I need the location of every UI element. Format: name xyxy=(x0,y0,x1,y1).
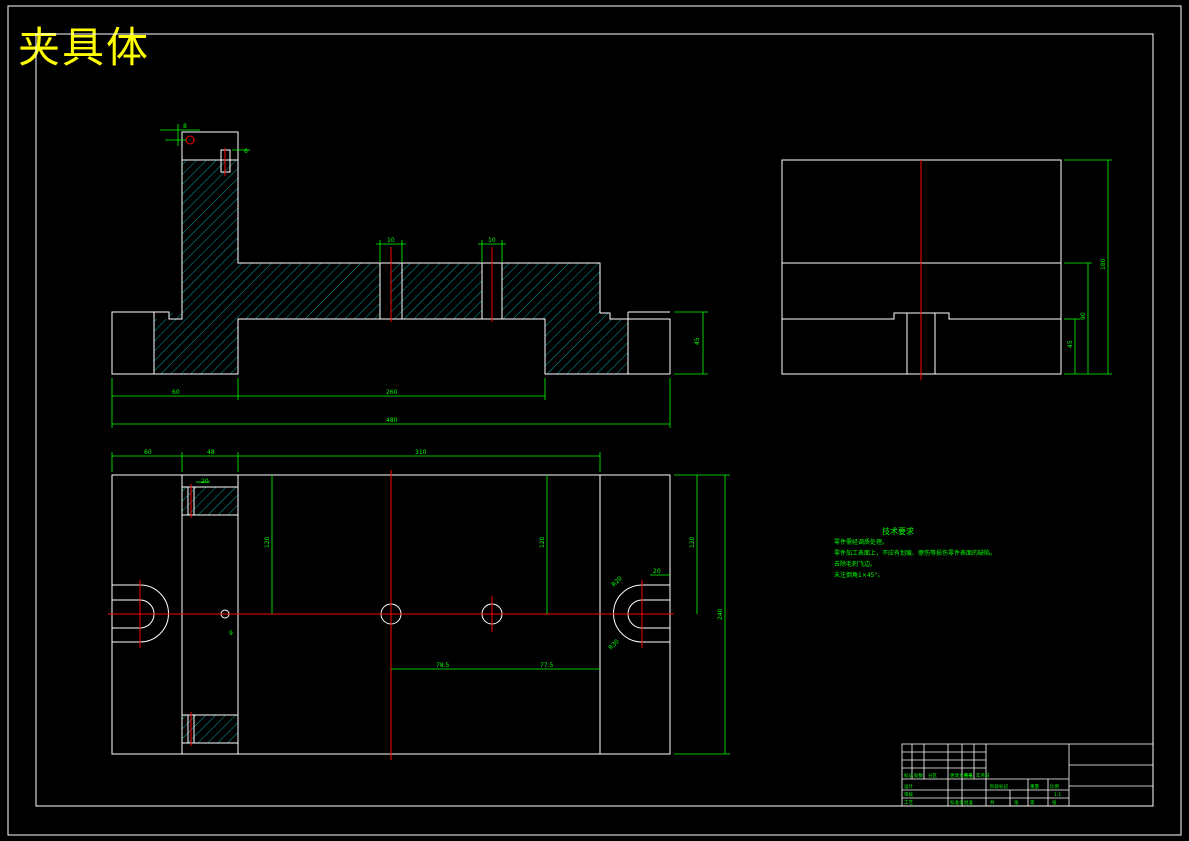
technical-requirements: 技术要求 零件需经调质处理。 零件加工表面上，不应有划痕、擦伤等损伤零件表面的缺… xyxy=(834,526,996,581)
dim-plan-top-1: 60 xyxy=(144,449,152,456)
title-block-cell: 标记 xyxy=(904,772,913,779)
tech-line: 未注倒角1×45°。 xyxy=(834,572,884,579)
title-block-cell: 处数 xyxy=(914,772,923,779)
title-block-labels: 标记 处数 分区 更改文件号签名 年月日设计审核工艺 标准化 批准阶段标记 重量 比例1:1共张… xyxy=(904,772,1061,806)
tech-line: 零件加工表面上，不应有划痕、擦伤等损伤零件表面的缺陷。 xyxy=(834,550,997,557)
title-block-cell: 比例 xyxy=(1050,783,1059,790)
title-block-cell: 第 xyxy=(1030,799,1035,806)
dim-plan-total-v: 240 xyxy=(717,608,724,620)
dim-plan-hole-h-1: 78.5 xyxy=(436,662,450,669)
title-block-cell: 审核 xyxy=(904,791,913,798)
dim-plan-left-v: 120 xyxy=(264,536,271,548)
dim-plan-right-outer-v: 120 xyxy=(689,536,696,548)
dim-plan-small-2: 20 xyxy=(201,478,209,485)
title-block-cell: 重量 xyxy=(1030,783,1039,790)
dim-plan-r1: R20 xyxy=(610,575,623,588)
dim-front-total: 480 xyxy=(386,417,398,424)
dim-plan-right-v: 120 xyxy=(539,536,546,548)
tech-line: 去除毛刺飞边。 xyxy=(834,561,877,568)
title-block-cell: 工艺 xyxy=(904,800,913,806)
title-block-cell: 1:1 xyxy=(1054,792,1061,798)
dim-plan-r2: R30 xyxy=(607,638,620,651)
dim-slot-1: 10 xyxy=(387,237,395,244)
title-block-cell: 张 xyxy=(1052,799,1057,806)
title-block-cell: 标准化 xyxy=(950,799,964,806)
dim-plan-hole-h-2: 77.5 xyxy=(540,662,554,669)
dim-side-lower: 45 xyxy=(1067,340,1074,348)
title-block-cell: 分区 xyxy=(928,772,937,779)
dim-top-small-1: 8 xyxy=(183,123,187,130)
dim-front-mid: 260 xyxy=(386,389,398,396)
dim-side-total: 180 xyxy=(1100,258,1107,270)
cad-drawing-canvas: 60 260 480 45 10 10 8 6 180 90 45 60 48 … xyxy=(7,5,1182,836)
dim-plan-top-2: 48 xyxy=(207,449,215,456)
title-block-cell: 批准 xyxy=(964,799,973,806)
dim-front-left: 60 xyxy=(172,389,180,396)
title-block-cell: 设计 xyxy=(904,783,913,790)
title-block-cell: 年月日 xyxy=(976,772,990,779)
tech-heading: 技术要求 xyxy=(882,527,914,536)
title-block-cell: 阶段标记 xyxy=(990,783,1008,790)
title-block-cell: 共 xyxy=(990,799,995,806)
title-block xyxy=(901,743,1154,807)
tech-line: 零件需经调质处理。 xyxy=(834,539,889,546)
dim-slot-2: 10 xyxy=(488,237,496,244)
dim-plan-slot-w: 20 xyxy=(653,568,661,575)
title-block-cell: 签名 xyxy=(964,772,973,779)
dim-front-height: 45 xyxy=(694,337,701,345)
dim-plan-top-3: 310 xyxy=(415,449,427,456)
dim-side-upper: 90 xyxy=(1080,312,1087,320)
dim-plan-small: 9 xyxy=(229,630,233,637)
inner-border xyxy=(35,33,1154,807)
title-block-cell: 张 xyxy=(1014,799,1019,806)
dim-top-small-2: 6 xyxy=(244,148,248,155)
